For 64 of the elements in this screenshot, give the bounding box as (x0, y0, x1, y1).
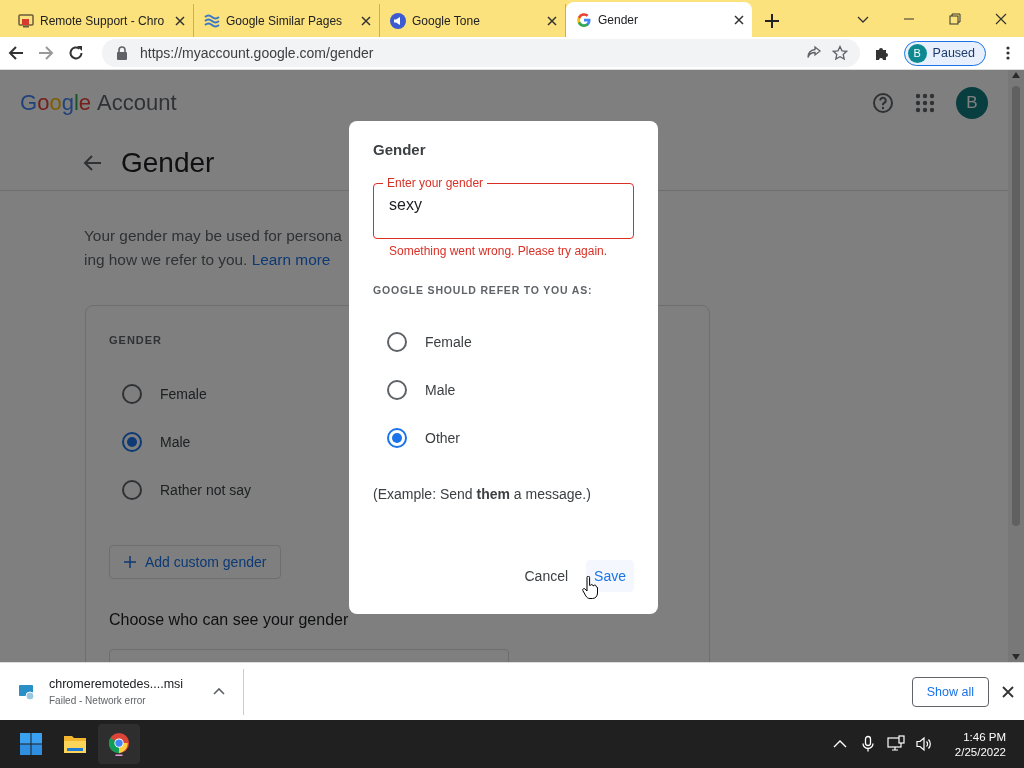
browser-tab[interactable]: Gender (566, 2, 752, 37)
close-icon[interactable] (734, 14, 744, 25)
lock-icon (114, 45, 130, 61)
radio-button[interactable] (387, 380, 407, 400)
star-icon[interactable] (831, 45, 848, 61)
clock-time[interactable]: 1:46 PM (963, 730, 1006, 743)
option-label: Other (425, 430, 460, 446)
logo-wordmark: Google (20, 89, 91, 116)
download-status: Failed - Network error (49, 695, 147, 706)
back-arrow-icon[interactable] (8, 45, 24, 61)
apps-grid-icon[interactable] (914, 91, 936, 114)
close-icon[interactable] (1002, 685, 1014, 698)
remote-desktop-icon (18, 12, 34, 29)
radio-button[interactable] (387, 428, 407, 448)
section-heading: GENDER (109, 334, 163, 346)
close-icon[interactable] (995, 12, 1007, 25)
field-label: Enter your gender (386, 176, 485, 190)
share-icon[interactable] (805, 45, 822, 61)
speaker-icon[interactable] (914, 735, 933, 753)
scroll-down-icon[interactable] (1012, 654, 1020, 660)
description-text: Your gender may be used for persona (84, 226, 343, 246)
dialog-title: Gender (373, 141, 427, 158)
radio-button[interactable] (122, 480, 142, 500)
close-icon[interactable] (547, 15, 557, 26)
google-g-icon (576, 11, 592, 28)
radio-button[interactable] (122, 432, 142, 452)
page-title: Gender (121, 146, 215, 179)
restore-icon[interactable] (949, 12, 961, 25)
help-icon[interactable] (872, 91, 894, 114)
profile-button[interactable]: B Paused (903, 40, 986, 66)
option-label: Male (160, 434, 191, 450)
radio-button[interactable] (122, 384, 142, 404)
example-text: (Example: Send them a message.) (373, 486, 592, 502)
section-title: Choose who can see your gender (109, 611, 350, 629)
puzzle-icon[interactable] (873, 45, 890, 61)
show-all-button[interactable]: Show all (911, 676, 989, 707)
scrollbar[interactable] (1008, 70, 1024, 662)
windows-start-icon[interactable] (19, 732, 43, 756)
plus-icon[interactable] (764, 13, 780, 29)
clock-date[interactable]: 2/25/2022 (954, 745, 1006, 758)
error-message: Something went wrong. Please try again. (389, 244, 609, 258)
option-label: Female (160, 386, 207, 402)
reload-icon[interactable] (68, 45, 84, 61)
network-icon[interactable] (886, 735, 905, 753)
plus-icon (124, 556, 136, 568)
chrome-icon[interactable] (107, 732, 131, 756)
close-icon[interactable] (361, 15, 371, 26)
radio-button[interactable] (387, 332, 407, 352)
installer-icon (18, 682, 36, 701)
close-icon[interactable] (175, 15, 185, 26)
forward-arrow-icon[interactable] (38, 45, 54, 61)
option-label: Male (425, 382, 456, 398)
waves-icon (204, 12, 220, 29)
scrollbar-thumb[interactable] (1012, 86, 1020, 526)
description-text: ing how we refer to you. (84, 251, 249, 268)
option-label: Rather not say (160, 482, 252, 498)
file-name: chromeremotedes....msi (49, 677, 184, 691)
scroll-up-icon[interactable] (1012, 72, 1020, 78)
option-label: Female (425, 334, 472, 350)
gender-input-field[interactable]: Enter your gender sexy (373, 176, 634, 239)
product-name: Account (97, 89, 177, 116)
section-heading: GOOGLE SHOULD REFER TO YOU AS: (373, 284, 594, 296)
address-bar[interactable]: https://myaccount.google.com/gender (102, 39, 860, 67)
megaphone-icon (390, 12, 406, 29)
